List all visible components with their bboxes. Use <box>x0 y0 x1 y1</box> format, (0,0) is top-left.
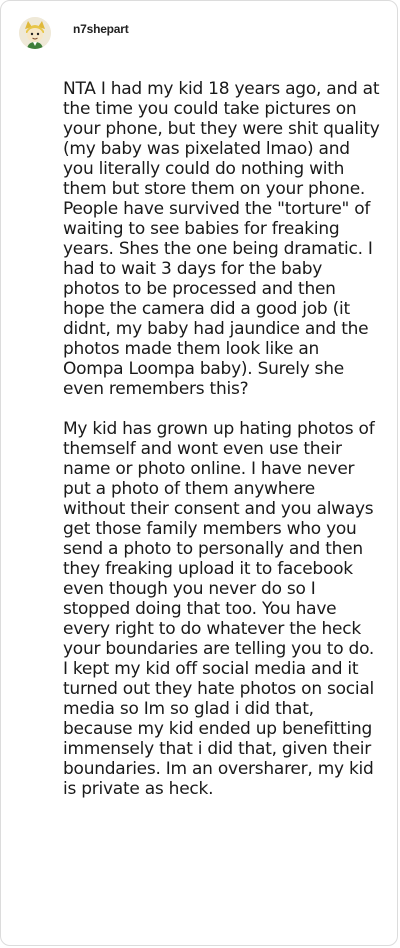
cartoon-character-avatar-icon <box>19 17 51 49</box>
comment-header: n7shepart <box>19 15 129 51</box>
avatar[interactable] <box>19 17 51 49</box>
username[interactable]: n7shepart <box>73 22 129 36</box>
comment-body: NTA I had my kid 18 years ago, and at th… <box>63 79 381 819</box>
comment-card: n7shepart NTA I had my kid 18 years ago,… <box>0 0 398 946</box>
comment-paragraph-1: NTA I had my kid 18 years ago, and at th… <box>63 79 380 399</box>
comment-paragraph-2: My kid has grown up hating photos of the… <box>63 419 375 799</box>
